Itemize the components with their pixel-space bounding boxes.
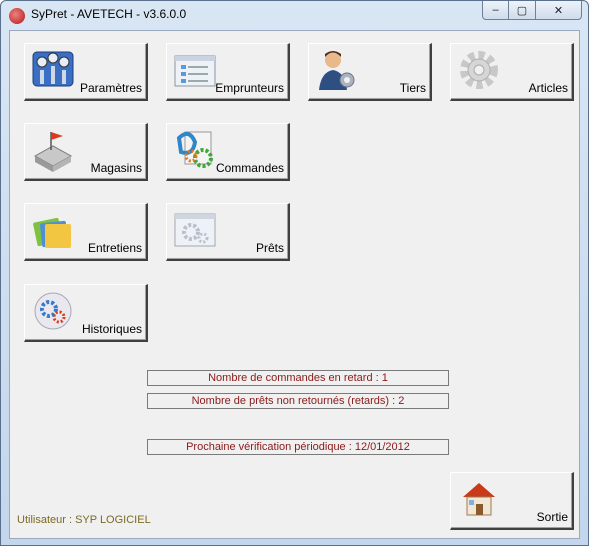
folders-icon [33, 217, 71, 248]
list-window-icon [174, 55, 216, 87]
user-status: Utilisateur : SYP LOGICIEL [17, 514, 151, 526]
close-button[interactable]: ✕ [536, 1, 582, 20]
parametres-button[interactable]: Paramètres [24, 43, 148, 101]
entretiens-button[interactable]: Entretiens [24, 203, 148, 261]
orders-gears-icon [176, 131, 213, 168]
sortie-button[interactable]: Sortie [450, 472, 574, 530]
prets-label: Prêts [255, 241, 284, 255]
tiers-label: Tiers [399, 81, 426, 95]
parametres-label: Paramètres [79, 81, 142, 95]
main-panel: Paramètres Emprunteurs Tiers Articles Ma… [9, 30, 580, 539]
next-check-indicator: Prochaine vérification périodique : 12/0… [147, 439, 449, 455]
late-orders-indicator: Nombre de commandes en retard : 1 [147, 370, 449, 386]
app-window: SyPret - AVETECH - v3.6.0.0 – ▢ ✕ Paramè… [0, 0, 589, 546]
commandes-button[interactable]: Commandes [166, 123, 290, 181]
prets-button[interactable]: Prêts [166, 203, 290, 261]
window-controls: – ▢ ✕ [482, 1, 582, 21]
close-icon: ✕ [553, 4, 564, 17]
tiers-button[interactable]: Tiers [308, 43, 432, 101]
minimize-button[interactable]: – [482, 1, 509, 20]
emprunteurs-button[interactable]: Emprunteurs [166, 43, 290, 101]
historiques-label: Historiques [81, 322, 142, 336]
articles-button[interactable]: Articles [450, 43, 574, 101]
minimize-icon: – [492, 4, 499, 16]
historiques-button[interactable]: Historiques [24, 284, 148, 342]
title-bar[interactable]: SyPret - AVETECH - v3.6.0.0 – ▢ ✕ [1, 1, 588, 29]
user-gear-icon [319, 51, 355, 90]
emprunteurs-label: Emprunteurs [215, 81, 284, 95]
commandes-label: Commandes [215, 161, 284, 175]
app-icon[interactable] [9, 8, 25, 24]
maximize-button[interactable]: ▢ [509, 1, 536, 20]
maximize-icon: ▢ [516, 4, 528, 17]
late-loans-indicator: Nombre de prêts non retournés (retards) … [147, 393, 449, 409]
articles-label: Articles [528, 81, 568, 95]
gear-icon [460, 51, 498, 89]
sortie-label: Sortie [536, 510, 568, 524]
entretiens-label: Entretiens [87, 241, 142, 255]
house-exit-icon [463, 483, 495, 516]
settings-window-icon [174, 213, 216, 247]
magasins-label: Magasins [90, 161, 142, 175]
control-panel-icon [32, 51, 74, 87]
warehouse-flag-icon [33, 132, 73, 172]
history-gear-icon [34, 292, 72, 330]
window-title: SyPret - AVETECH - v3.6.0.0 [31, 7, 187, 21]
magasins-button[interactable]: Magasins [24, 123, 148, 181]
